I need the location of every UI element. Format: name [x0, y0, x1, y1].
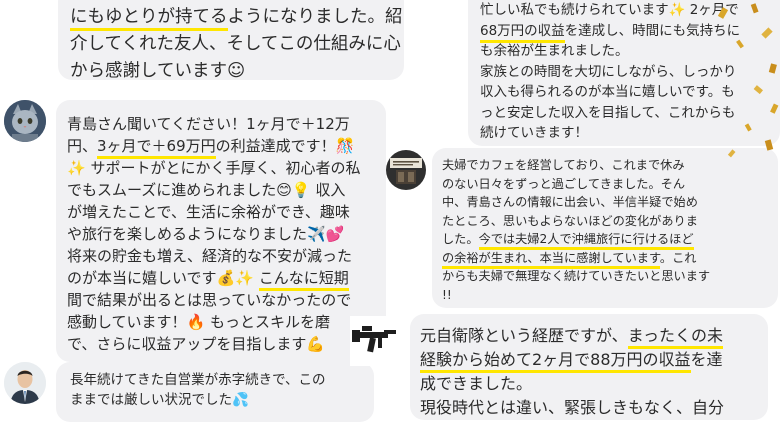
message-text-segment: 介してくれた友人、そしてこの仕組みに心: [70, 34, 401, 54]
cat-avatar-icon: [4, 100, 46, 142]
message-text-segment: 成できました。: [420, 374, 533, 393]
message-line: のが本当に嬉しいです💰✨ こんなに短期: [67, 267, 386, 291]
message-text-segment: 現役時代とは違い、緊張しきもなく、自分: [420, 398, 725, 417]
message-line: 青島さん聞いてください！1ヶ月で＋12万: [67, 113, 386, 135]
message-text-segment: でもスムーズに進められました😊💡 収入: [67, 181, 346, 199]
message-text-segment: ✨ サポートがとにかく手厚く、初心者の私: [67, 159, 361, 177]
message-line: のない日々をずっと過ごしてきました。そん: [442, 175, 778, 194]
message-text-segment: ☺: [226, 61, 246, 80]
message-text-segment: からも夫婦で無理なく続けていきたいと思います: [442, 269, 711, 283]
message-text: 元自衛隊という経歴ですが、まったくの未 経験から始めて2ヶ月で88万円の収益を達成…: [420, 324, 768, 420]
message-text-segment: した。: [442, 232, 479, 246]
message-text-segment: 元自衛隊という経歴ですが、: [420, 326, 628, 345]
message-line: !!: [442, 286, 778, 305]
message-line: 現役時代とは違い、緊張しきもなく、自分: [420, 396, 768, 420]
message-line: 成できました。: [420, 372, 768, 396]
message-line: 将来の貯金も増え、経済的な不安が減った: [67, 245, 386, 267]
message-line: 元自衛隊という経歴ですが、まったくの未: [420, 324, 768, 349]
message-text-segment: から感謝しています: [70, 61, 227, 80]
message-text-segment: 青島さん聞いてください！1ヶ月で＋12万: [67, 115, 350, 133]
message-line: の余裕が生まれ、本当に感謝しています。これ: [442, 249, 778, 269]
cafe-sign-avatar-icon: [386, 150, 426, 190]
rifle-avatar-icon: [350, 316, 400, 366]
highlighted-text: にもゆとりが持てる: [70, 7, 228, 31]
message-text-segment: を達: [690, 350, 723, 369]
message-bubble-1: にもゆとりが持てるようになりました。紹介してくれた友人、そしてこの仕組みに心 から…: [58, 0, 404, 80]
message-text: 長年続けてきた自営業が赤字続きで、この ままでは厳しい状況でした💦: [70, 370, 374, 410]
message-line: 円、3ヶ月で＋69万円の利益達成です！🎊: [67, 135, 386, 159]
message-line: ✨ サポートがとにかく手厚く、初心者の私: [67, 157, 386, 179]
highlighted-text: の余裕が生まれ、本当に感謝しています: [442, 250, 660, 269]
message-text: 夫婦でカフェを経営しており、これまで休み のない日々をずっと過ごしてきました。そん…: [442, 156, 778, 304]
highlighted-text: まったくの未: [627, 326, 724, 349]
message-text-segment: 円、: [67, 137, 98, 155]
man-suit-avatar-icon: [4, 362, 46, 404]
message-text-segment: や旅行を楽しめるようになりました✈️💕: [67, 225, 345, 243]
message-line: した。今では夫婦2人で沖縄旅行に行けるほど: [442, 230, 778, 250]
message-text-segment: 感動しています！🔥 もっとスキルを磨: [67, 313, 330, 331]
message-text-segment: のない日々をずっと過ごしてきました。そん: [442, 176, 686, 191]
message-line: でもスムーズに進められました😊💡 収入: [67, 179, 386, 201]
highlighted-text: 今では夫婦2人で沖縄旅行に行けるほど: [478, 232, 694, 250]
message-text-segment: のが本当に嬉しいです💰✨: [67, 269, 259, 287]
highlighted-text: こんなに短期: [258, 269, 349, 291]
message-line: たところ、思いもよらないほどの変化がありま: [442, 212, 778, 231]
message-bubble-5: 元自衛隊という経歴ですが、まったくの未 経験から始めて2ヶ月で88万円の収益を達成…: [410, 314, 768, 420]
message-text: にもゆとりが持てるようになりました。紹介してくれた友人、そしてこの仕組みに心 から…: [70, 4, 404, 80]
message-text-segment: 間で結果が出るとは思っていなかったので: [67, 291, 352, 309]
message-text-segment: 将来の貯金も増え、経済的な不安が減った: [67, 247, 353, 265]
message-line: で、さらに収益アップを目指します💪: [67, 333, 386, 355]
message-line: 経験から始めて2ヶ月で88万円の収益を達: [420, 348, 768, 373]
message-text-segment: も余裕が生まれました。: [480, 43, 629, 59]
message-bubble-6: 長年続けてきた自営業が赤字続きで、この ままでは厳しい状況でした💦: [56, 362, 374, 422]
message-line: 中、青島さんの情報に出会い、半信半疑で始め: [442, 193, 778, 212]
message-bubble-3: 青島さん聞いてください！1ヶ月で＋12万 円、3ヶ月で＋69万円の利益達成です！🎊…: [56, 100, 386, 362]
message-text-segment: !!: [442, 287, 452, 302]
highlighted-text: 経験から始めて2ヶ月で88万円の収益: [420, 350, 691, 373]
message-line: ままでは厳しい状況でした💦: [70, 390, 374, 410]
message-text-segment: 中、青島さんの情報に出会い、半信半疑で始め: [442, 195, 698, 209]
message-line: 間で結果が出るとは思っていなかったので: [67, 289, 386, 311]
highlighted-text: 3ヶ月で＋69万円: [97, 137, 216, 159]
message-text-segment: で、さらに収益アップを目指します💪: [67, 335, 326, 353]
message-line: や旅行を楽しめるようになりました✈️💕: [67, 223, 386, 245]
message-text-segment: が増えたことで、生活に余裕ができ、趣味: [67, 203, 350, 221]
message-text-segment: ようになりました。紹: [227, 7, 403, 27]
message-text-segment: ままでは厳しい状況でした💦: [70, 392, 249, 408]
message-text-segment: 。これ: [659, 250, 697, 265]
message-text: 青島さん聞いてください！1ヶ月で＋12万 円、3ヶ月で＋69万円の利益達成です！🎊…: [67, 113, 386, 355]
message-line: 長年続けてきた自営業が赤字続きで、この: [70, 370, 374, 390]
message-text-segment: 夫婦でカフェを経営しており、これまで休み: [442, 158, 685, 172]
message-bubble-4: 夫婦でカフェを経営しており、これまで休み のない日々をずっと過ごしてきました。そん…: [432, 148, 778, 308]
confetti-decoration: [660, 0, 780, 170]
message-line: にもゆとりが持てるようになりました。紹: [70, 4, 404, 31]
message-line: 介してくれた友人、そしてこの仕組みに心: [70, 31, 404, 58]
message-text-segment: の利益達成です！🎊: [215, 137, 355, 155]
message-text-segment: たところ、思いもよらないほどの変化がありま: [442, 213, 698, 228]
message-line: が増えたことで、生活に余裕ができ、趣味: [67, 201, 386, 223]
message-line: からも夫婦で無理なく続けていきたいと思います: [442, 267, 778, 286]
message-line: 感動しています！🔥 もっとスキルを磨: [67, 311, 386, 333]
message-text-segment: 長年続けてきた自営業が赤字続きで、この: [70, 372, 326, 388]
highlighted-text: 68万円の収益: [480, 22, 565, 43]
message-line: から感謝しています☺: [70, 58, 404, 80]
message-text-segment: 続けていきます！: [480, 125, 588, 141]
